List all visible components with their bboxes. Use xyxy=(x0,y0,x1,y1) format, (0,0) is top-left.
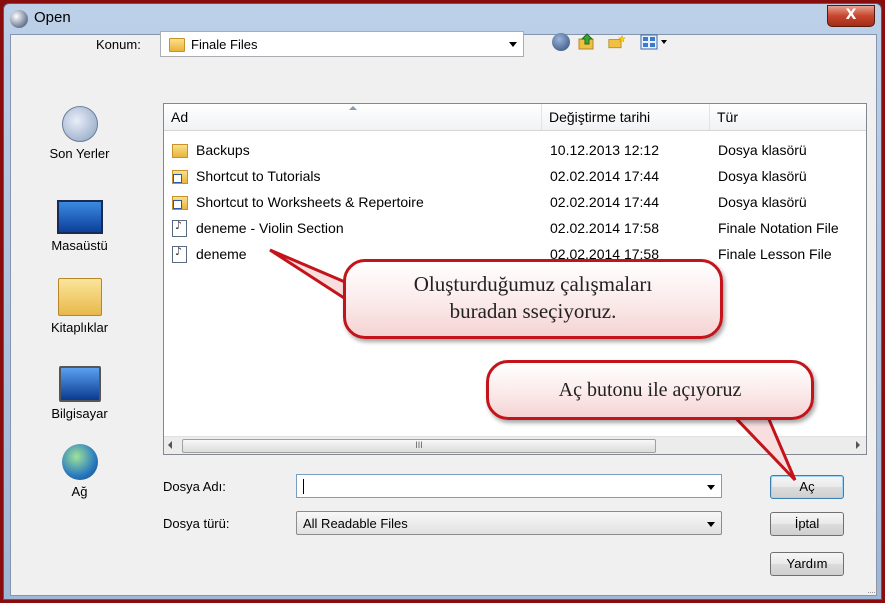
callout2-tail xyxy=(726,408,797,482)
annotation-callout-open: Aç butonu ile açıyoruz xyxy=(486,360,814,420)
callout-text: buradan sseçiyoruz. xyxy=(449,299,617,323)
callout-text: Oluşturduğumuz çalışmaları xyxy=(413,272,653,296)
annotation-callout-select: Oluşturduğumuz çalışmaları buradan sseçi… xyxy=(343,259,723,339)
